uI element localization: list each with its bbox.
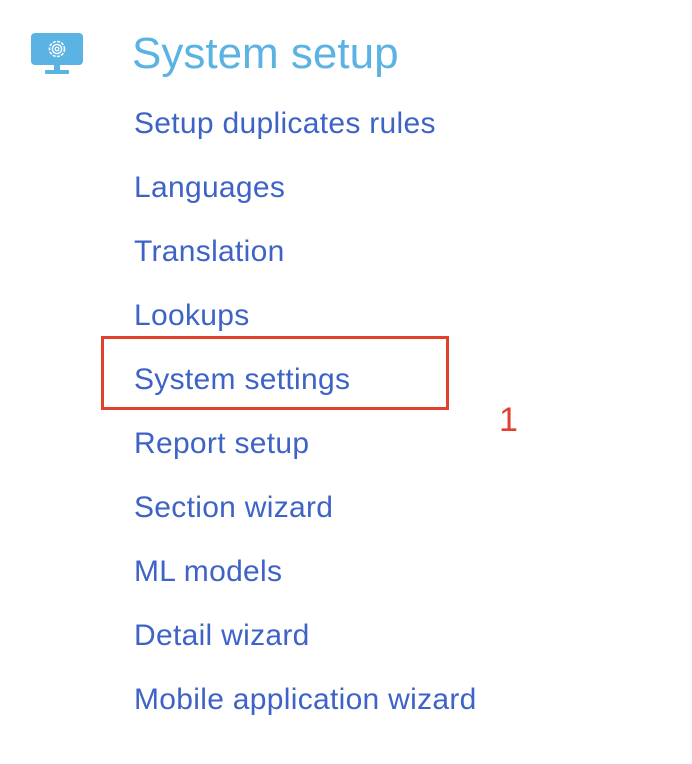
link-system-settings[interactable]: System settings xyxy=(134,363,350,396)
list-item: ML models xyxy=(134,552,477,616)
list-item: Setup duplicates rules xyxy=(134,104,477,168)
link-setup-duplicates-rules[interactable]: Setup duplicates rules xyxy=(134,107,436,140)
list-item: Languages xyxy=(134,168,477,232)
list-item: Lookups xyxy=(134,296,477,360)
list-item: Section wizard xyxy=(134,488,477,552)
link-mobile-application-wizard[interactable]: Mobile application wizard xyxy=(134,683,477,716)
link-lookups[interactable]: Lookups xyxy=(134,299,250,332)
section-title: System setup xyxy=(132,29,399,78)
link-detail-wizard[interactable]: Detail wizard xyxy=(134,619,310,652)
list-item: Detail wizard xyxy=(134,616,477,680)
link-section-wizard[interactable]: Section wizard xyxy=(134,491,333,524)
monitor-gear-icon xyxy=(31,33,83,74)
link-translation[interactable]: Translation xyxy=(134,235,285,268)
section-icon xyxy=(30,32,84,76)
list-item: System settings xyxy=(134,360,477,424)
link-report-setup[interactable]: Report setup xyxy=(134,427,309,460)
list-item: Translation xyxy=(134,232,477,296)
link-ml-models[interactable]: ML models xyxy=(134,555,282,588)
list-item: Report setup xyxy=(134,424,477,488)
link-languages[interactable]: Languages xyxy=(134,171,285,204)
list-item: Mobile application wizard xyxy=(134,680,477,744)
annotation-number: 1 xyxy=(499,401,518,439)
system-setup-links: Setup duplicates rules Languages Transla… xyxy=(134,104,477,744)
